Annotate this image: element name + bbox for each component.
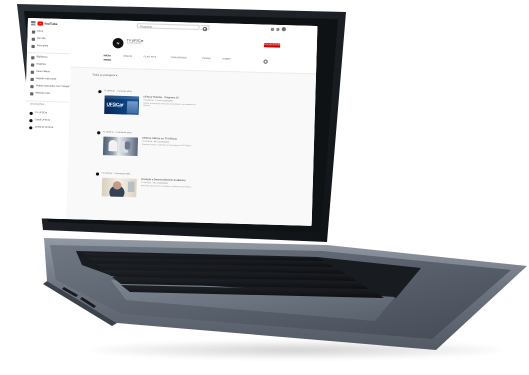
sidebar-item-label: Início xyxy=(37,30,44,33)
channel-avatar xyxy=(98,90,102,94)
feed-header: TV UFSCar · 3 semanas atrás xyxy=(101,172,131,176)
sidebar-item-label: Biblioteca xyxy=(36,56,48,59)
video-description: Pesquisa, ensino e extensão em reportage… xyxy=(142,143,192,148)
notification-bell-icon[interactable] xyxy=(276,27,280,31)
clock-icon xyxy=(30,77,34,81)
channel-logo: tv xyxy=(112,37,124,49)
home-icon xyxy=(31,30,35,34)
tab-community[interactable]: COMUNIDADE xyxy=(171,57,187,60)
channel-avatar xyxy=(29,111,33,115)
fire-icon xyxy=(31,37,35,41)
history-icon xyxy=(30,63,34,67)
subscriptions-icon xyxy=(31,44,35,48)
sidebar-item-label: Em alta xyxy=(37,37,46,41)
feed-header: TV UFSCar · 1 semana atrás xyxy=(103,90,132,94)
subscription-item[interactable]: Jornal da UFSCar xyxy=(25,124,68,132)
tab-channels[interactable]: CANAIS xyxy=(202,58,211,60)
video-description: Entrevista especial com convidados e pro… xyxy=(140,185,192,189)
channel-avatar xyxy=(95,172,100,176)
video-thumbnail[interactable] xyxy=(102,136,139,157)
tab-about[interactable]: SOBRE xyxy=(222,58,230,60)
sidebar-item-label: Assistir mais tarde xyxy=(35,78,57,81)
channel-page: tv TV UFSCar 5,2 mil inscritos INSCREVER… xyxy=(66,29,318,226)
video-thumbnail[interactable] xyxy=(101,177,137,198)
feed-item: TV UFSCar · 2 semanas atrás UFSCar Ciênc… xyxy=(96,131,205,165)
tab-home[interactable]: INÍCIO xyxy=(104,55,111,57)
youtube-logo-icon[interactable] xyxy=(37,20,44,26)
tab-videos[interactable]: VÍDEOS xyxy=(123,56,132,58)
channel-avatar xyxy=(29,118,33,123)
feed-header: TV UFSCar · 2 semanas atrás xyxy=(102,131,132,135)
thumbnail-subtitle: Universidade Federal xyxy=(106,106,122,109)
channel-header: tv TV UFSCar 5,2 mil inscritos INSCREVER… xyxy=(70,29,318,75)
sidebar-item-label: Vídeos marcados com "Gostei" xyxy=(35,85,71,89)
sidebar-divider xyxy=(25,100,69,103)
apps-icon[interactable] xyxy=(270,27,275,31)
tab-playlists[interactable]: PLAYLISTS xyxy=(144,56,156,58)
sidebar: Início Em alta Inscrições Biblioteca His… xyxy=(22,28,74,220)
channel-search-icon[interactable] xyxy=(263,59,268,64)
laptop-scene: YouTube Pesquisar Início Em alta Inscriç… xyxy=(0,0,529,375)
feed-item: TV UFSCar · 1 semana atrás UFSCar Univer… xyxy=(97,90,206,124)
chevron-down-icon xyxy=(30,92,33,95)
sidebar-item-label: Inscrições xyxy=(36,45,49,48)
video-thumbnail[interactable]: UFSCar Universidade Federal xyxy=(104,95,140,115)
search-input[interactable]: Pesquisar xyxy=(136,23,200,31)
subscriptions-section-label: INSCRIÇÕES xyxy=(29,103,45,107)
video-icon xyxy=(30,70,34,74)
subscription-label: TV UFSCar xyxy=(34,111,48,115)
youtube-app: YouTube Pesquisar Início Em alta Inscriç… xyxy=(22,18,318,226)
menu-icon[interactable] xyxy=(31,21,36,25)
channel-subscriber-count: 5,2 mil inscritos xyxy=(126,42,142,45)
sidebar-item-label: Mostrar mais xyxy=(35,92,50,95)
app-name[interactable]: YouTube xyxy=(44,22,58,26)
thumb-up-icon xyxy=(30,85,34,88)
sidebar-item-label: Seus vídeos xyxy=(36,70,50,74)
channel-avatar xyxy=(29,126,33,130)
subscription-label: Canal UFSCar xyxy=(34,119,51,122)
subscription-label: Jornal da UFSCar xyxy=(34,126,54,129)
sidebar-item-subscriptions[interactable]: Inscrições xyxy=(27,43,70,51)
channel-avatar xyxy=(97,131,101,135)
laptop-screen: YouTube Pesquisar Início Em alta Inscriç… xyxy=(22,18,318,226)
library-icon xyxy=(31,56,34,59)
avatar[interactable] xyxy=(281,27,287,32)
post-filter-dropdown[interactable]: Todas as postagens ▾ xyxy=(92,73,117,77)
subscribe-button[interactable]: INSCREVER-SE xyxy=(263,43,281,48)
video-description: Confira as principais notícias da univer… xyxy=(143,102,196,108)
feed-item: TV UFSCar · 3 semanas atrás Inovação e D… xyxy=(95,172,204,206)
search-icon[interactable] xyxy=(200,25,210,31)
sidebar-item-label: Histórico xyxy=(36,63,47,66)
sidebar-item-show-more[interactable]: Mostrar mais xyxy=(26,90,69,98)
